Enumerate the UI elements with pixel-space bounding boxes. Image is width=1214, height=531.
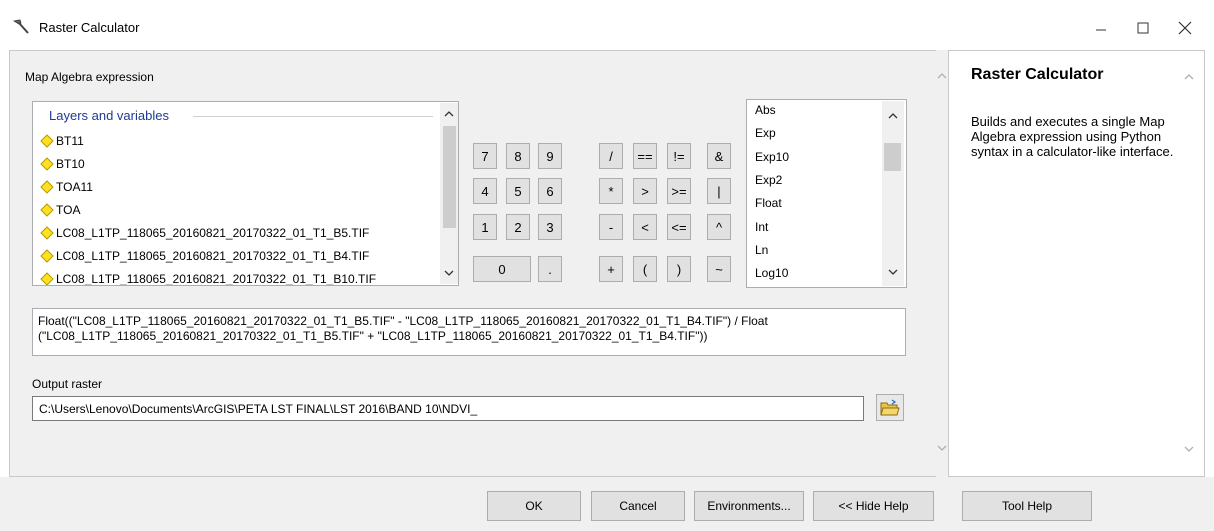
layer-label: TOA — [56, 203, 81, 217]
layer-diamond-icon — [40, 249, 54, 263]
function-item[interactable]: Exp2 — [755, 173, 782, 187]
expression-label: Map Algebra expression — [25, 70, 154, 84]
calc-button[interactable]: <= — [667, 214, 691, 240]
function-item[interactable]: Int — [755, 220, 768, 234]
layer-diamond-icon — [40, 180, 54, 194]
output-raster-label: Output raster — [32, 377, 103, 391]
ok-button[interactable]: OK — [487, 491, 581, 521]
layer-label: BT10 — [56, 157, 85, 171]
calc-button[interactable]: 9 — [538, 143, 562, 169]
cancel-button[interactable]: Cancel — [591, 491, 685, 521]
scroll-up-icon[interactable] — [887, 111, 899, 121]
calc-button[interactable]: < — [633, 214, 657, 240]
layer-label: LC08_L1TP_118065_20160821_20170322_01_T1… — [56, 272, 377, 286]
title-bar: Raster Calculator — [0, 0, 1214, 50]
layer-item[interactable]: BT11 — [40, 130, 84, 152]
function-item[interactable]: Exp10 — [755, 150, 789, 164]
calc-button[interactable]: > — [633, 178, 657, 204]
layer-item[interactable]: LC08_L1TP_118065_20160821_20170322_01_T1… — [40, 222, 369, 244]
calc-button[interactable]: * — [599, 178, 623, 204]
calc-button[interactable]: 5 — [506, 178, 530, 204]
scroll-down-icon[interactable] — [887, 267, 899, 277]
scroll-up-icon[interactable] — [1183, 71, 1195, 83]
layer-diamond-icon — [40, 134, 54, 148]
layer-item[interactable]: LC08_L1TP_118065_20160821_20170322_01_T1… — [40, 245, 369, 267]
calc-button[interactable]: 1 — [473, 214, 497, 240]
function-item[interactable]: Exp — [755, 126, 776, 140]
help-title: Raster Calculator — [971, 66, 1104, 83]
browse-button[interactable] — [876, 394, 904, 421]
layer-label: TOA11 — [56, 180, 93, 194]
header-divider — [193, 116, 433, 117]
tool-help-button[interactable]: Tool Help — [962, 491, 1092, 521]
layer-diamond-icon — [40, 157, 54, 171]
function-item[interactable]: Ln — [755, 243, 768, 257]
maximize-button[interactable] — [1120, 10, 1166, 46]
window-title: Raster Calculator — [39, 20, 140, 35]
calc-button[interactable]: 4 — [473, 178, 497, 204]
minimize-button[interactable] — [1078, 10, 1124, 46]
function-item[interactable]: Log10 — [755, 266, 788, 280]
calc-button[interactable]: 0 — [473, 256, 531, 282]
layers-scroll-thumb[interactable] — [443, 126, 456, 228]
calc-button[interactable]: == — [633, 143, 657, 169]
function-item[interactable]: Float — [755, 196, 782, 210]
layer-label: LC08_L1TP_118065_20160821_20170322_01_T1… — [56, 249, 370, 263]
layers-list[interactable]: Layers and variables BT11 BT10 TOA11 TOA LC0… — [32, 101, 459, 286]
calc-button[interactable]: / — [599, 143, 623, 169]
calc-button[interactable]: 3 — [538, 214, 562, 240]
main-pane-scrollbar[interactable] — [936, 50, 948, 477]
calc-button[interactable]: 8 — [506, 143, 530, 169]
scroll-up-icon[interactable] — [443, 109, 455, 119]
functions-scrollbar[interactable] — [882, 101, 904, 286]
layer-label: BT11 — [56, 134, 84, 148]
calc-button[interactable]: + — [599, 256, 623, 282]
calc-button[interactable]: 6 — [538, 178, 562, 204]
layer-diamond-icon — [40, 272, 54, 285]
open-folder-icon — [880, 398, 900, 415]
calc-button[interactable]: ~ — [707, 256, 731, 282]
close-button[interactable] — [1162, 10, 1208, 46]
scroll-down-icon[interactable] — [443, 268, 455, 278]
calc-button[interactable]: 7 — [473, 143, 497, 169]
environments-button[interactable]: Environments... — [694, 491, 804, 521]
layers-header: Layers and variables — [49, 108, 169, 123]
layer-diamond-icon — [40, 203, 54, 217]
calc-button[interactable]: . — [538, 256, 562, 282]
hammer-icon — [11, 18, 31, 36]
layer-item[interactable]: TOA11 — [40, 176, 93, 198]
calc-button[interactable]: != — [667, 143, 691, 169]
help-description: Builds and executes a single Map Algebra… — [971, 114, 1174, 159]
layer-label: LC08_L1TP_118065_20160821_20170322_01_T1… — [56, 226, 370, 240]
calc-button[interactable]: ( — [633, 256, 657, 282]
scroll-down-icon[interactable] — [1183, 443, 1195, 455]
scroll-up-icon[interactable] — [936, 70, 948, 82]
layer-diamond-icon — [40, 226, 54, 240]
calc-button[interactable]: & — [707, 143, 731, 169]
output-raster-input[interactable] — [32, 396, 864, 421]
layer-item[interactable]: TOA — [40, 199, 80, 221]
calc-button[interactable]: | — [707, 178, 731, 204]
functions-scroll-thumb[interactable] — [884, 143, 901, 171]
calc-button[interactable]: >= — [667, 178, 691, 204]
calc-button[interactable]: ^ — [707, 214, 731, 240]
expression-textbox[interactable]: Float(("LC08_L1TP_118065_20160821_201703… — [32, 308, 906, 356]
calc-button[interactable]: - — [599, 214, 623, 240]
calc-button[interactable]: 2 — [506, 214, 530, 240]
layer-item[interactable]: BT10 — [40, 153, 85, 175]
hide-help-button[interactable]: << Hide Help — [813, 491, 934, 521]
function-item[interactable]: Abs — [755, 103, 776, 117]
layer-item[interactable]: LC08_L1TP_118065_20160821_20170322_01_T1… — [40, 268, 377, 286]
scroll-down-icon[interactable] — [936, 442, 948, 454]
calc-button[interactable]: ) — [667, 256, 691, 282]
